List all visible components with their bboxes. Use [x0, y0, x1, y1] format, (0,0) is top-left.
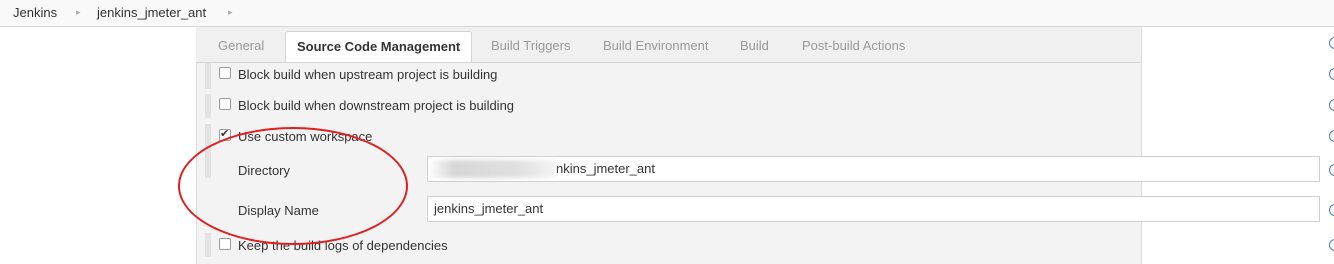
tab-source-code-management[interactable]: Source Code Management: [285, 31, 473, 62]
tab-build-environment[interactable]: Build Environment: [603, 38, 709, 53]
breadcrumb-project[interactable]: jenkins_jmeter_ant: [97, 5, 206, 20]
help-icon[interactable]: [1329, 204, 1334, 216]
custom-workspace-checkbox[interactable]: ✔: [219, 128, 231, 141]
block-upstream-label: Block build when upstream project is bui…: [238, 67, 498, 82]
display-name-input[interactable]: jenkins_jmeter_ant: [427, 196, 1320, 222]
display-name-label: Display Name: [238, 203, 319, 218]
row-indent-bar: [205, 124, 211, 178]
tab-general[interactable]: General: [218, 38, 264, 53]
help-icon[interactable]: [1329, 164, 1334, 176]
breadcrumb-separator-icon: ▸: [76, 7, 81, 17]
breadcrumb: Jenkins ▸ jenkins_jmeter_ant ▸: [0, 0, 1334, 27]
config-tab-bar: General Source Code Management Build Tri…: [196, 27, 1140, 63]
keep-logs-label: Keep the build logs of dependencies: [238, 238, 448, 253]
checkmark-icon: ✔: [220, 128, 230, 140]
help-icon[interactable]: [1329, 239, 1334, 251]
block-downstream-checkbox[interactable]: [219, 98, 231, 110]
breadcrumb-separator-icon: ▸: [228, 7, 233, 17]
help-icon[interactable]: [1329, 68, 1334, 80]
redacted-path-blur: [428, 160, 556, 178]
help-icon[interactable]: [1329, 99, 1334, 111]
keep-logs-checkbox[interactable]: [219, 238, 231, 250]
breadcrumb-jenkins[interactable]: Jenkins: [13, 5, 57, 20]
tab-post-build-actions[interactable]: Post-build Actions: [802, 38, 905, 53]
block-upstream-checkbox[interactable]: [219, 67, 231, 79]
tab-build[interactable]: Build: [740, 38, 769, 53]
row-indent-bar: [205, 94, 211, 118]
help-icon[interactable]: [1329, 130, 1334, 142]
row-indent-bar: [205, 233, 211, 257]
row-indent-bar: [205, 63, 211, 89]
directory-label: Directory: [238, 163, 291, 178]
tab-build-triggers[interactable]: Build Triggers: [491, 38, 570, 53]
directory-input[interactable]: nkins_jmeter_ant: [427, 156, 1320, 182]
block-downstream-label: Block build when downstream project is b…: [238, 98, 515, 113]
help-icon[interactable]: [1329, 37, 1334, 49]
custom-workspace-label: Use custom workspace: [238, 129, 373, 144]
